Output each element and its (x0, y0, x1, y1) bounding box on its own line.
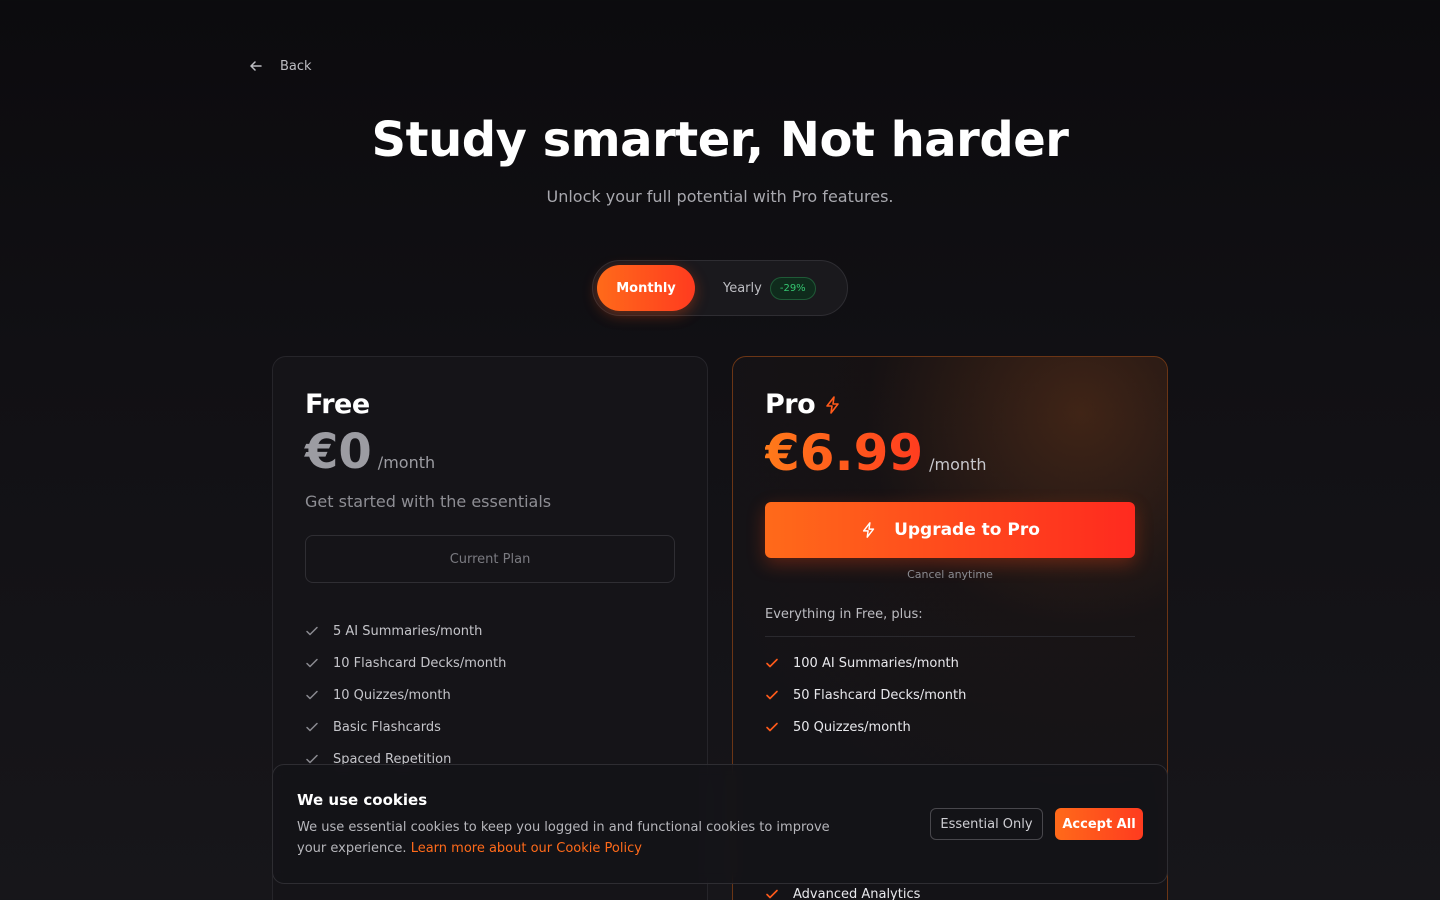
feature-label: Advanced Analytics (793, 886, 921, 900)
current-plan-button[interactable]: Current Plan (305, 535, 675, 583)
cookie-banner-text: We use essential cookies to keep you log… (297, 817, 857, 859)
check-icon (306, 722, 318, 732)
list-item: 5 AI Summaries/month (305, 615, 675, 647)
free-feature-list: 5 AI Summaries/month 10 Flashcard Decks/… (305, 615, 675, 775)
free-plan-description: Get started with the essentials (305, 492, 552, 511)
back-link[interactable]: Back (248, 58, 312, 74)
discount-badge: -29% (769, 276, 816, 300)
feature-label: 100 AI Summaries/month (793, 655, 959, 671)
pro-price-row: €6.99 /month (765, 424, 1135, 482)
cookie-policy-link[interactable]: Learn more about our Cookie Policy (411, 841, 642, 856)
list-item: 50 Quizzes/month (765, 711, 1135, 743)
check-icon (306, 658, 318, 668)
cookie-banner-title: We use cookies (297, 791, 428, 809)
feature-label: 10 Flashcard Decks/month (333, 655, 507, 671)
check-icon (306, 626, 318, 636)
pro-plan-price: €6.99 (765, 424, 924, 482)
upgrade-to-pro-button[interactable]: Upgrade to Pro (765, 502, 1135, 558)
cancel-anytime-note: Cancel anytime (907, 568, 993, 581)
feature-label: Basic Flashcards (333, 719, 441, 735)
accept-all-button[interactable]: Accept All (1055, 808, 1143, 840)
pro-plan-name-row: Pro (765, 389, 1135, 420)
upgrade-button-label: Upgrade to Pro (894, 520, 1040, 540)
billing-toggle: Monthly Yearly -29% (592, 260, 848, 316)
yearly-label: Yearly (723, 280, 762, 296)
list-item: 100 AI Summaries/month (765, 647, 1135, 679)
page-title: Study smarter, Not harder (371, 112, 1069, 168)
check-icon (766, 658, 778, 668)
back-label: Back (280, 58, 312, 74)
lightning-icon (862, 522, 875, 538)
feature-label: 5 AI Summaries/month (333, 623, 483, 639)
free-plan-price: €0 (305, 424, 372, 480)
feature-label: 50 Quizzes/month (793, 719, 911, 735)
cookie-actions: Essential Only Accept All (930, 808, 1143, 840)
essential-only-button[interactable]: Essential Only (930, 808, 1043, 840)
check-icon (766, 690, 778, 700)
includes-label: Everything in Free, plus: (765, 607, 1135, 637)
pro-feature-list: 100 AI Summaries/month 50 Flashcard Deck… (765, 647, 1135, 743)
arrow-left-icon (250, 61, 262, 71)
feature-label: 50 Flashcard Decks/month (793, 687, 967, 703)
check-icon (306, 690, 318, 700)
list-item: 50 Flashcard Decks/month (765, 679, 1135, 711)
page-subtitle: Unlock your full potential with Pro feat… (546, 187, 894, 206)
yearly-toggle-button[interactable]: Yearly -29% (723, 276, 816, 300)
cookie-banner: We use cookies We use essential cookies … (272, 764, 1168, 884)
pro-plan-name: Pro (765, 389, 816, 420)
list-item: 10 Flashcard Decks/month (305, 647, 675, 679)
free-plan-name: Free (305, 389, 370, 420)
lightning-icon (826, 395, 839, 414)
check-icon (766, 722, 778, 732)
pro-plan-period: /month (929, 455, 987, 474)
list-item: 10 Quizzes/month (305, 679, 675, 711)
feature-label: 10 Quizzes/month (333, 687, 451, 703)
check-icon (766, 889, 778, 899)
free-price-row: €0 /month (305, 424, 675, 480)
list-item: Basic Flashcards (305, 711, 675, 743)
free-plan-period: /month (377, 453, 436, 472)
monthly-toggle-button[interactable]: Monthly (597, 265, 695, 311)
